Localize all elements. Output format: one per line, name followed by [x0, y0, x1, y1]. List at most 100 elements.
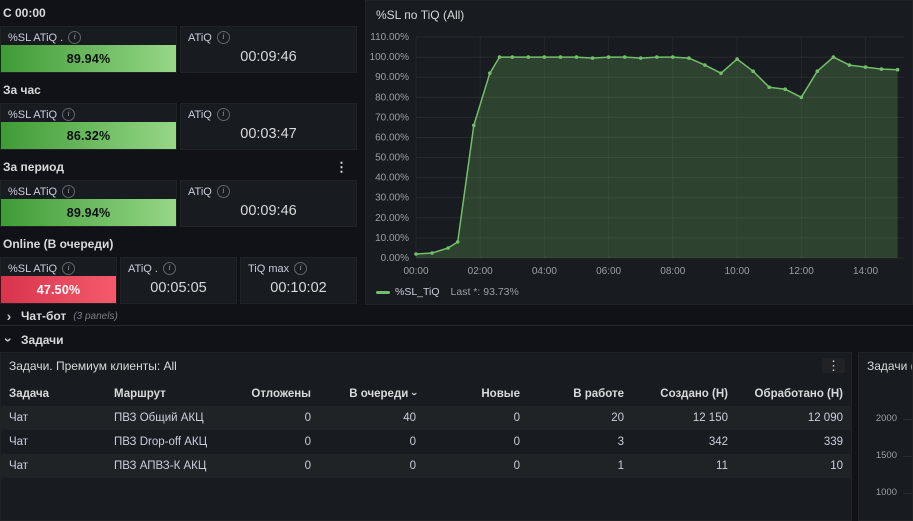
row-title: За период [3, 160, 64, 174]
info-icon[interactable]: i [216, 108, 230, 121]
info-icon[interactable]: i [216, 185, 230, 198]
info-icon[interactable]: i [62, 185, 76, 198]
column-header[interactable]: Задача [1, 381, 106, 406]
row-header-since-0000[interactable]: С 00:00 [0, 0, 357, 26]
panel-title[interactable]: Задачи. Премиум клиенты: All [1, 353, 851, 373]
panel-tasks-chart: Задачи ( 2000 1500 1000 [858, 352, 913, 521]
table-cell: 12 090 [807, 412, 843, 424]
svg-text:14:00: 14:00 [853, 266, 878, 277]
row-title: Чат-бот [21, 309, 67, 323]
column-header[interactable]: В очереди › [319, 381, 424, 406]
panel-menu-icon[interactable]: ⋮ [822, 358, 845, 373]
svg-text:100.00%: 100.00% [370, 52, 410, 63]
dashboard-row-tasks[interactable]: › Задачи [0, 330, 913, 349]
chevron-right-icon: › [6, 308, 12, 324]
panel-title-text: ATiQ [188, 185, 212, 198]
dashboard-row-chatbot[interactable]: › Чат-бот (3 panels) [0, 307, 913, 326]
table-cell: 0 [409, 460, 416, 472]
column-header[interactable]: Маршрут [106, 381, 211, 406]
table-cell: 342 [708, 436, 728, 448]
stat-value: 00:09:46 [240, 49, 297, 65]
stat-value: 00:10:02 [270, 280, 327, 296]
stat-panel-sl-atiq: %SL ATiQ i 86.32% [0, 103, 177, 150]
svg-text:70.00%: 70.00% [375, 112, 409, 123]
chart-legend: %SL_TiQ Last *: 93.73% [376, 286, 519, 298]
table-cell: 0 [304, 436, 311, 448]
table-cell: 0 [304, 412, 311, 424]
svg-text:0.00%: 0.00% [381, 253, 409, 264]
info-icon[interactable]: i [162, 262, 176, 275]
sort-desc-icon: › [408, 391, 421, 396]
row-header-period[interactable]: За период ⋮ [0, 154, 357, 180]
column-header[interactable]: Отложены [211, 381, 319, 406]
row-title: С 00:00 [3, 6, 46, 20]
panel-title[interactable]: %SL ATiQ i [1, 181, 176, 198]
row-title: За час [3, 83, 41, 97]
table-cell: 0 [409, 436, 416, 448]
bar-gauge: 47.50% [1, 276, 116, 303]
mini-axis: 2000 1500 1000 [859, 353, 912, 520]
svg-text:20.00%: 20.00% [375, 213, 409, 224]
info-icon[interactable]: i [62, 262, 76, 275]
panel-title-text: ATiQ [188, 108, 212, 121]
row-title: Задачи [21, 332, 64, 347]
svg-text:80.00%: 80.00% [375, 92, 409, 103]
table-cell: 3 [617, 436, 624, 448]
table-cell: 1 [617, 460, 624, 472]
y-axis-label: 1500 [859, 450, 912, 461]
column-header[interactable]: Обработано (Н) [736, 381, 851, 406]
panel-tasks-table: Задачи. Премиум клиенты: All ⋮ Задача Мар… [0, 352, 852, 521]
bar-gauge: 86.32% [1, 122, 176, 149]
svg-text:02:00: 02:00 [468, 266, 493, 277]
table-cell: 20 [611, 412, 624, 424]
panel-title[interactable]: %SL по TiQ (All) [366, 1, 912, 22]
column-header[interactable]: Создано (Н) [632, 381, 736, 406]
column-header[interactable]: В работе [528, 381, 632, 406]
row-header-online-queue[interactable]: Online (В очереди) [0, 231, 357, 257]
panel-title[interactable]: ATiQ i [181, 27, 356, 44]
stat-panel-sl-atiq-online: %SL ATiQ i 47.50% [0, 257, 117, 304]
column-header[interactable]: Новые [424, 381, 528, 406]
panel-title[interactable]: TiQ max i [241, 258, 356, 275]
svg-text:00:00: 00:00 [403, 266, 428, 277]
row-header-last-hour[interactable]: За час [0, 77, 357, 103]
table-row: Чат ПВЗ Общий АКЦ 0 40 0 20 12 150 12 090 [1, 406, 851, 430]
stat-panel-atiq: ATiQ i 00:03:47 [180, 103, 357, 150]
info-icon[interactable]: i [216, 31, 230, 44]
panel-title[interactable]: %SL ATiQ . i [1, 27, 176, 44]
info-icon[interactable]: i [68, 31, 82, 44]
table-cell: 40 [403, 412, 416, 424]
stat-value: 89.94% [66, 51, 111, 66]
panel-title-text: ATiQ . [128, 262, 158, 275]
svg-text:40.00%: 40.00% [375, 173, 409, 184]
y-axis-label: 2000 [859, 413, 912, 424]
panel-row: %SL ATiQ . i 89.94% ATiQ i 00:09:46 [0, 26, 357, 73]
panel-title[interactable]: ATiQ i [181, 181, 356, 198]
panel-title[interactable]: %SL ATiQ i [1, 104, 176, 121]
svg-text:90.00%: 90.00% [375, 72, 409, 83]
row-menu-icon[interactable]: ⋮ [331, 159, 352, 176]
panel-title-text: ATiQ [188, 31, 212, 44]
info-icon[interactable]: i [62, 108, 76, 121]
panel-title[interactable]: ATiQ . i [121, 258, 236, 275]
svg-text:50.00%: 50.00% [375, 153, 409, 164]
legend-series-name[interactable]: %SL_TiQ [395, 286, 440, 298]
stat-panel-tiq-max: TiQ max i 00:10:02 [240, 257, 357, 304]
panel-title[interactable]: %SL ATiQ i [1, 258, 116, 275]
stat-value: 86.32% [66, 128, 111, 143]
timeseries-svg[interactable]: 00:00 02:00 04:00 06:00 08:00 10:00 12:00 14:00… [366, 27, 913, 280]
stat-value: 00:05:05 [150, 280, 207, 296]
stat-panel-atiq-online: ATiQ . i 00:05:05 [120, 257, 237, 304]
table-cell: 0 [513, 460, 520, 472]
table-cell: 0 [513, 436, 520, 448]
legend-series-stat: Last *: 93.73% [450, 286, 519, 298]
panel-title[interactable]: ATiQ i [181, 104, 356, 121]
chevron-down-icon: › [1, 337, 17, 342]
stat-panel-atiq: ATiQ i 00:09:46 [180, 180, 357, 227]
grafana-dashboard: С 00:00 %SL ATiQ . i 89.94% ATiQ i 00:09… [0, 0, 913, 521]
svg-text:30.00%: 30.00% [375, 193, 409, 204]
panel-title-text: %SL ATiQ [8, 108, 58, 121]
table-cell: Чат [9, 436, 29, 448]
table-row: Чат ПВЗ АПВЗ-К АКЦ 0 0 0 1 11 10 [1, 454, 851, 478]
info-icon[interactable]: i [294, 262, 308, 275]
